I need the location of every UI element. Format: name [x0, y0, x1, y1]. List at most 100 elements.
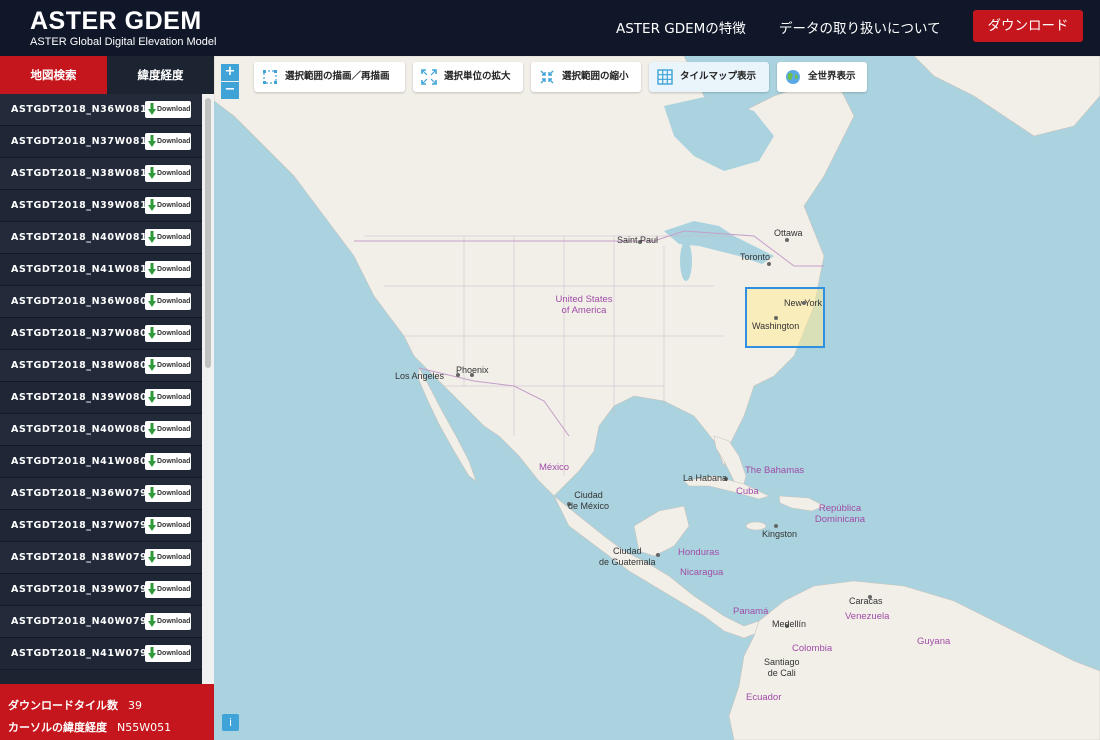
- city-label-multiline: Santiago de Cali: [764, 657, 800, 678]
- tile-list-item: ASTGDT2018_N36W079 Download: [0, 478, 202, 510]
- tile-download-button[interactable]: Download: [145, 229, 191, 246]
- shrink-selection-label: 選択範囲の縮小: [562, 71, 629, 82]
- download-arrow-icon: [148, 295, 156, 307]
- tile-name: ASTGDT2018_N36W080: [11, 296, 148, 307]
- logo-title: ASTER GDEM: [30, 7, 202, 35]
- tile-download-button[interactable]: Download: [145, 645, 191, 662]
- download-arrow-icon: [148, 199, 156, 211]
- country-label: Nicaragua: [680, 567, 724, 578]
- zoom-out-button[interactable]: −: [221, 82, 239, 99]
- city-label: La Habana: [683, 473, 728, 483]
- tile-download-button[interactable]: Download: [145, 101, 191, 118]
- download-arrow-icon: [148, 135, 156, 147]
- tile-list-item: ASTGDT2018_N37W080 Download: [0, 318, 202, 350]
- tile-list-scrollbar[interactable]: [202, 94, 214, 684]
- download-arrow-icon: [148, 327, 156, 339]
- download-arrow-icon: [148, 519, 156, 531]
- tile-download-button[interactable]: Download: [145, 133, 191, 150]
- download-arrow-icon: [148, 263, 156, 275]
- logo[interactable]: ASTER GDEM ASTER Global Digital Elevatio…: [30, 8, 216, 49]
- tile-download-button[interactable]: Download: [145, 261, 191, 278]
- download-arrow-icon: [148, 615, 156, 627]
- city-label-multiline: Ciudad de México: [568, 490, 610, 511]
- tile-name: ASTGDT2018_N40W081: [11, 232, 148, 243]
- tile-name: ASTGDT2018_N39W079: [11, 584, 148, 595]
- tile-list-item: ASTGDT2018_N37W079 Download: [0, 510, 202, 542]
- tile-list-item: ASTGDT2018_N38W081 Download: [0, 158, 202, 190]
- tile-download-button[interactable]: Download: [145, 197, 191, 214]
- tile-download-button[interactable]: Download: [145, 453, 191, 470]
- download-arrow-icon: [148, 103, 156, 115]
- nav-features-link[interactable]: ASTER GDEMの特徴: [616, 17, 746, 37]
- tile-download-button[interactable]: Download: [145, 485, 191, 502]
- world-view-button[interactable]: 全世界表示: [777, 62, 867, 92]
- info-button[interactable]: i: [222, 714, 239, 731]
- download-count-value: 39: [128, 699, 142, 712]
- basemap: [214, 56, 1100, 740]
- map-view[interactable]: Ottawa Saint Paul Toronto New York Washi…: [214, 56, 1100, 740]
- tile-download-label: Download: [157, 650, 191, 657]
- tile-list-item: ASTGDT2018_N37W081 Download: [0, 126, 202, 158]
- header-download-button[interactable]: ダウンロード: [973, 10, 1083, 42]
- tile-name: ASTGDT2018_N37W079: [11, 520, 148, 531]
- tile-name: ASTGDT2018_N38W079: [11, 552, 148, 563]
- tile-download-label: Download: [157, 330, 191, 337]
- tile-name: ASTGDT2018_N41W080: [11, 456, 148, 467]
- country-label: The Bahamas: [745, 465, 805, 476]
- tile-name: ASTGDT2018_N39W081: [11, 200, 148, 211]
- tile-list-item: ASTGDT2018_N36W080 Download: [0, 286, 202, 318]
- tile-list-item: ASTGDT2018_N40W081 Download: [0, 222, 202, 254]
- tile-download-button[interactable]: Download: [145, 581, 191, 598]
- tile-list-item: ASTGDT2018_N41W079 Download: [0, 638, 202, 670]
- city-label: Phoenix: [456, 365, 489, 375]
- shrink-selection-button[interactable]: 選択範囲の縮小: [531, 62, 641, 92]
- city-label: Toronto: [740, 252, 771, 262]
- tile-download-button[interactable]: Download: [145, 613, 191, 630]
- draw-selection-button[interactable]: 選択範囲の描画／再描画: [254, 62, 405, 92]
- tile-download-label: Download: [157, 138, 191, 145]
- tile-download-button[interactable]: Download: [145, 421, 191, 438]
- city-label: Ottawa: [774, 228, 803, 238]
- tile-download-button[interactable]: Download: [145, 325, 191, 342]
- tile-download-label: Download: [157, 362, 191, 369]
- tile-list-item: ASTGDT2018_N39W080 Download: [0, 382, 202, 414]
- tile-name: ASTGDT2018_N37W080: [11, 328, 148, 339]
- country-label: Colombia: [792, 643, 833, 654]
- tile-download-label: Download: [157, 490, 191, 497]
- tile-download-button[interactable]: Download: [145, 165, 191, 182]
- tile-download-label: Download: [157, 298, 191, 305]
- download-arrow-icon: [148, 167, 156, 179]
- country-label: Ecuador: [746, 692, 782, 703]
- download-arrow-icon: [148, 391, 156, 403]
- download-arrow-icon: [148, 647, 156, 659]
- city-label: Saint Paul: [617, 235, 659, 245]
- expand-selection-button[interactable]: 選択単位の拡大: [413, 62, 523, 92]
- tile-download-button[interactable]: Download: [145, 549, 191, 566]
- tile-download-button[interactable]: Download: [145, 517, 191, 534]
- expand-icon: [421, 69, 437, 85]
- nav-data-handling-link[interactable]: データの取り扱いについて: [779, 17, 941, 37]
- tile-download-button[interactable]: Download: [145, 389, 191, 406]
- download-arrow-icon: [148, 583, 156, 595]
- tile-download-button[interactable]: Download: [145, 357, 191, 374]
- tile-download-button[interactable]: Download: [145, 293, 191, 310]
- globe-icon: [786, 70, 800, 84]
- city-label: Washington: [752, 321, 800, 331]
- header: ASTER GDEM ASTER Global Digital Elevatio…: [0, 0, 1100, 56]
- scrollbar-thumb[interactable]: [205, 98, 211, 368]
- sidebar: 地図検索 緯度経度 ASTGDT2018_N36W081 Download ASTG…: [0, 56, 214, 740]
- tab-lat-lon[interactable]: 緯度経度: [107, 56, 214, 94]
- tab-map-search[interactable]: 地図検索: [0, 56, 107, 94]
- download-arrow-icon: [148, 231, 156, 243]
- country-label: Honduras: [678, 547, 720, 558]
- city-label: New York: [784, 298, 823, 308]
- tile-map-toggle-button[interactable]: タイルマップ表示: [649, 62, 769, 92]
- country-label: Panamá: [733, 606, 769, 617]
- tile-list-item: ASTGDT2018_N40W080 Download: [0, 414, 202, 446]
- tile-list-item: ASTGDT2018_N36W081 Download: [0, 94, 202, 126]
- tile-list-item: ASTGDT2018_N38W079 Download: [0, 542, 202, 574]
- logo-subtitle: ASTER Global Digital Elevation Model: [30, 36, 217, 48]
- country-label: Guyana: [917, 636, 951, 647]
- tile-name: ASTGDT2018_N38W081: [11, 168, 148, 179]
- zoom-in-button[interactable]: +: [221, 64, 239, 81]
